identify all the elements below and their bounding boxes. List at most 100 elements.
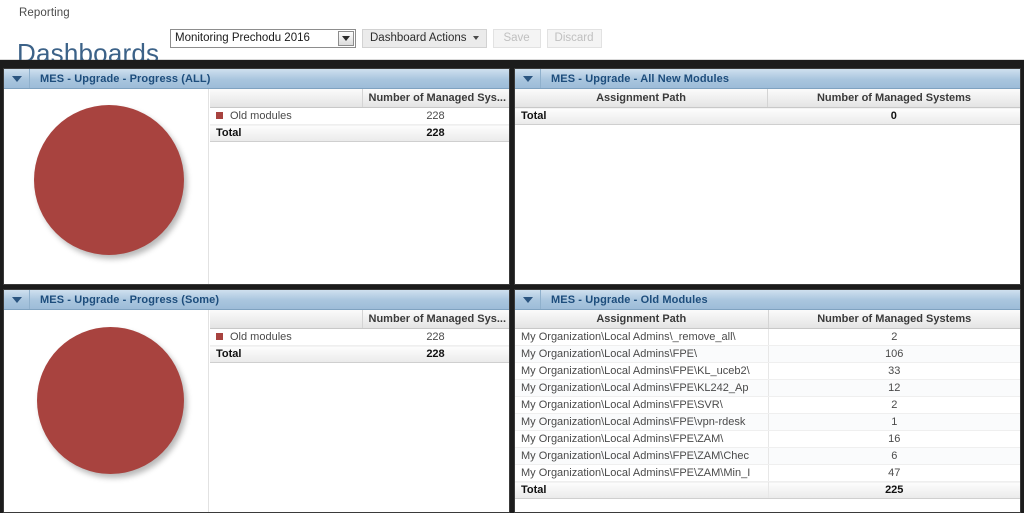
panel-progress-all: MES - Upgrade - Progress (ALL) Number of… (3, 68, 510, 285)
total-label: Total (210, 345, 362, 363)
table-total-row: Total 228 (210, 345, 509, 363)
legend-table-area: Number of Managed Sys... Old modules 228… (210, 89, 509, 284)
total-value: 228 (362, 124, 509, 142)
panel-collapse-toggle[interactable] (515, 69, 541, 88)
table-row[interactable]: My Organization\Local Admins\FPE\ZAM\ 16 (515, 430, 1020, 448)
pie-chart[interactable] (34, 105, 184, 255)
legend-label: Old modules (230, 110, 292, 122)
data-table-body: My Organization\Local Admins\_remove_all… (515, 328, 1020, 482)
assignment-path-cell: My Organization\Local Admins\FPE\ZAM\Che… (515, 447, 769, 465)
total-value: 0 (767, 107, 1020, 125)
panel-title: MES - Upgrade - Progress (ALL) (40, 72, 211, 85)
chevron-down-icon (472, 36, 479, 40)
panel-body: Number of Managed Sys... Old modules 228… (4, 89, 509, 284)
legend-table: Number of Managed Sys... Old modules 228… (210, 89, 509, 142)
panel-collapse-toggle[interactable] (4, 290, 30, 309)
assignment-path-cell: My Organization\Local Admins\FPE\KL242_A… (515, 379, 769, 397)
total-value: 228 (362, 345, 509, 363)
column-header-assignment-path[interactable]: Assignment Path (515, 89, 768, 108)
assignment-path-cell: My Organization\Local Admins\FPE\ZAM\Min… (515, 464, 769, 482)
dashboard-actions-button[interactable]: Dashboard Actions (362, 28, 487, 48)
triangle-down-icon (522, 75, 533, 82)
app-header: Reporting Dashboards Monitoring Prechodu… (0, 0, 1024, 68)
dashboard-select-value: Monitoring Prechodu 2016 (175, 32, 310, 44)
table-row[interactable]: My Organization\Local Admins\FPE\ZAM\Min… (515, 464, 1020, 482)
breadcrumb: Reporting (19, 7, 70, 19)
triangle-down-icon (522, 296, 533, 303)
assignment-path-cell: My Organization\Local Admins\FPE\vpn-rde… (515, 413, 769, 431)
panel-body: Number of Managed Sys... Old modules 228… (4, 310, 509, 512)
dashboard-toolbar: Monitoring Prechodu 2016 Dashboard Actio… (170, 28, 602, 48)
triangle-down-icon (11, 296, 22, 303)
legend-swatch (216, 332, 223, 340)
discard-button-label: Discard (554, 32, 594, 44)
triangle-down-icon (11, 75, 22, 82)
legend-swatch (216, 111, 223, 119)
managed-systems-cell: 12 (768, 379, 1020, 397)
managed-systems-cell: 47 (768, 464, 1020, 482)
table-row[interactable]: Old modules 228 (210, 107, 509, 125)
table-row[interactable]: My Organization\Local Admins\FPE\SVR\ 2 (515, 396, 1020, 414)
dashboard-select[interactable]: Monitoring Prechodu 2016 (170, 28, 356, 48)
legend-label: Old modules (230, 331, 292, 343)
panel-body: Assignment Path Number of Managed System… (515, 310, 1020, 512)
discard-button[interactable]: Discard (546, 28, 602, 48)
data-table: Assignment Path Number of Managed System… (515, 310, 1020, 499)
table-header-row: Number of Managed Sys... (210, 310, 509, 329)
managed-systems-cell: 6 (768, 447, 1020, 465)
panel-collapse-toggle[interactable] (515, 290, 541, 309)
panel-title: MES - Upgrade - Old Modules (551, 293, 708, 306)
pie-chart-area (4, 89, 209, 284)
panel-title: MES - Upgrade - All New Modules (551, 72, 730, 85)
chevron-down-icon[interactable] (338, 30, 354, 46)
table-row[interactable]: My Organization\Local Admins\FPE\ZAM\Che… (515, 447, 1020, 465)
dashboard-actions-label: Dashboard Actions (370, 32, 467, 44)
table-row[interactable]: My Organization\Local Admins\FPE\vpn-rde… (515, 413, 1020, 431)
managed-systems-cell: 1 (768, 413, 1020, 431)
save-button-label: Save (503, 32, 530, 44)
panel-progress-some: MES - Upgrade - Progress (Some) Number o… (3, 289, 510, 513)
dashboard-canvas: MES - Upgrade - Progress (ALL) Number of… (0, 60, 1024, 513)
column-header-managed-systems[interactable]: Number of Managed Systems (767, 89, 1020, 108)
data-table: Assignment Path Number of Managed System… (515, 89, 1020, 125)
pie-chart[interactable] (37, 327, 184, 474)
panel-header: MES - Upgrade - Old Modules (515, 290, 1020, 310)
column-header-managed-systems[interactable]: Number of Managed Systems (768, 310, 1020, 329)
table-row[interactable]: My Organization\Local Admins\FPE\KL_uceb… (515, 362, 1020, 380)
column-header-managed-systems[interactable]: Number of Managed Sys... (362, 89, 509, 108)
panel-header: MES - Upgrade - All New Modules (515, 69, 1020, 89)
panel-title: MES - Upgrade - Progress (Some) (40, 293, 220, 306)
total-label: Total (515, 107, 768, 125)
table-row[interactable]: My Organization\Local Admins\_remove_all… (515, 328, 1020, 346)
legend-label-cell: Old modules (210, 328, 362, 346)
managed-systems-cell: 16 (768, 430, 1020, 448)
data-table-area: Assignment Path Number of Managed System… (515, 89, 1020, 284)
table-header-row: Assignment Path Number of Managed System… (515, 89, 1020, 108)
legend-value: 228 (362, 107, 509, 125)
table-row[interactable]: My Organization\Local Admins\FPE\ 106 (515, 345, 1020, 363)
panel-header: MES - Upgrade - Progress (ALL) (4, 69, 509, 89)
save-button[interactable]: Save (492, 28, 541, 48)
assignment-path-cell: My Organization\Local Admins\FPE\ZAM\ (515, 430, 769, 448)
assignment-path-cell: My Organization\Local Admins\FPE\KL_uceb… (515, 362, 769, 380)
table-total-row: Total 0 (515, 107, 1020, 125)
column-header-blank[interactable] (210, 310, 363, 329)
column-header-managed-systems[interactable]: Number of Managed Sys... (362, 310, 509, 329)
table-row[interactable]: Old modules 228 (210, 328, 509, 346)
panel-old-modules: MES - Upgrade - Old Modules Assignment P… (514, 289, 1021, 513)
column-header-assignment-path[interactable]: Assignment Path (515, 310, 769, 329)
legend-value: 228 (362, 328, 509, 346)
managed-systems-cell: 106 (768, 345, 1020, 363)
table-header-row: Assignment Path Number of Managed System… (515, 310, 1020, 329)
column-header-blank[interactable] (210, 89, 363, 108)
table-row[interactable]: My Organization\Local Admins\FPE\KL242_A… (515, 379, 1020, 397)
managed-systems-cell: 2 (768, 328, 1020, 346)
managed-systems-cell: 2 (768, 396, 1020, 414)
assignment-path-cell: My Organization\Local Admins\_remove_all… (515, 328, 769, 346)
pie-chart-area (4, 310, 209, 512)
panel-header: MES - Upgrade - Progress (Some) (4, 290, 509, 310)
panel-collapse-toggle[interactable] (4, 69, 30, 88)
total-value: 225 (768, 481, 1020, 499)
legend-table-area: Number of Managed Sys... Old modules 228… (210, 310, 509, 512)
data-table-area: Assignment Path Number of Managed System… (515, 310, 1020, 512)
